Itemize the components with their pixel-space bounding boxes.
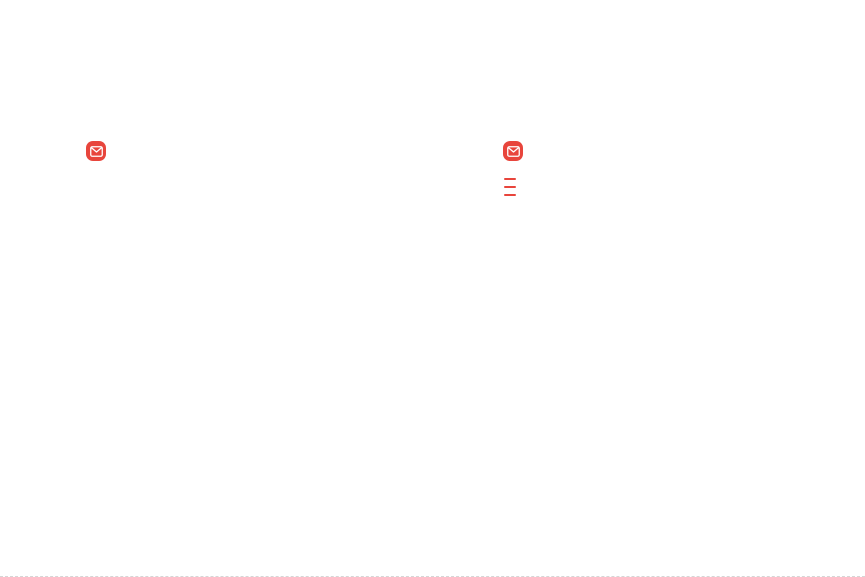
envelope-icon [89,145,103,157]
email-app-icon [503,141,523,161]
menu-icon-bar [504,194,516,196]
menu-icon [503,178,517,196]
menu-icon-bar [504,178,516,180]
envelope-icon [506,145,520,157]
menu-icon-bar [504,186,516,188]
email-app-icon [86,141,106,161]
manual-page [0,0,865,577]
